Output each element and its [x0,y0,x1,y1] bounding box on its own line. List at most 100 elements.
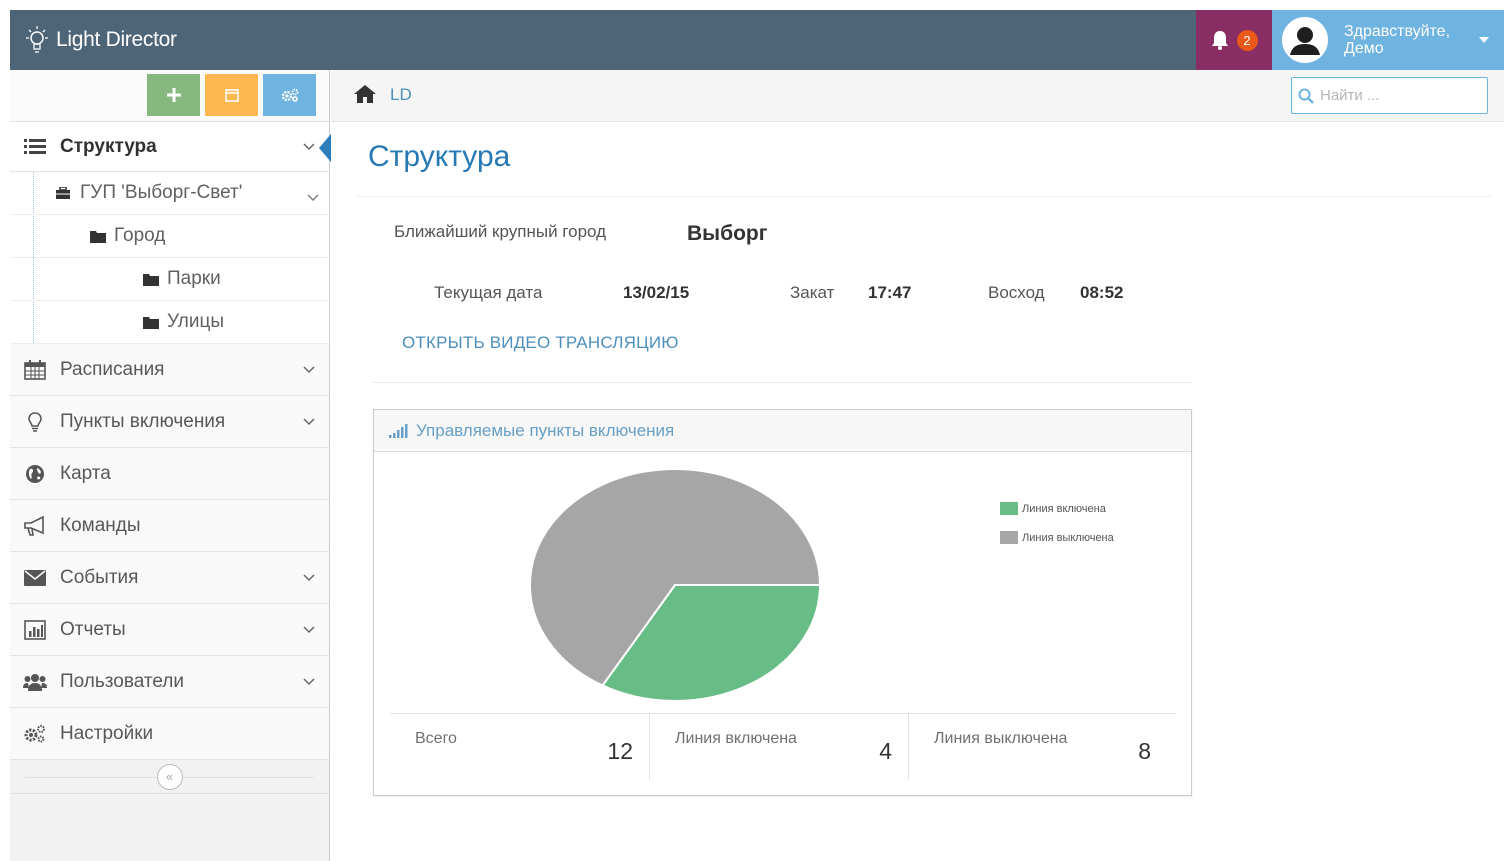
shortcut-calendar-button[interactable] [205,74,258,116]
sidebar-item-label: Пункты включения [60,410,226,432]
sunset-label: Закат [790,283,835,302]
pie-chart [529,468,822,702]
home-icon[interactable] [353,84,377,104]
bar-chart-icon [10,619,60,640]
legend-item-off: Линия выключена [1000,523,1114,552]
chevron-down-icon [289,677,329,686]
cogs-icon [281,88,298,102]
legend-swatch [1000,531,1018,544]
calendar-icon [224,89,239,102]
user-name: Демо [1344,40,1384,57]
greeting-line: Здравствуйте, [1344,23,1451,40]
tree-item-parks[interactable]: Парки [10,258,329,301]
sunset-value: 17:47 [868,283,912,302]
tree-item-label: Улицы [167,311,225,332]
tree-item-label: ГУП 'Выборг-Свет' [80,182,243,203]
sidebar-item-label: Настройки [60,722,154,744]
widget-header: Управляемые пункты включения [374,410,1191,452]
plus-icon [166,88,181,102]
sidebar-item-settings[interactable]: Настройки [10,708,329,760]
brand[interactable]: Light Director [24,10,177,70]
folder-icon [90,230,106,243]
list-icon [10,138,60,156]
group-icon [10,672,60,692]
notifications-badge: 2 [1236,29,1258,51]
stat-value: 4 [879,738,892,764]
stat-value: 12 [607,738,633,764]
sidebar-item-label: Команды [60,514,141,536]
search-box[interactable] [1291,77,1488,114]
sidebar-item-events[interactable]: События [10,552,329,604]
search-icon [1298,88,1314,104]
date-value: 13/02/15 [623,283,690,302]
shortcut-settings-button[interactable] [263,74,316,116]
page-title: Структура [368,140,511,173]
breadcrumb: LD [331,70,1504,122]
user-greeting: Здравствуйте, Демо [1344,23,1474,57]
briefcase-icon [56,187,70,199]
sidebar-collapse-row: « [10,760,329,794]
stat-line-on: Линия включена 4 [649,714,908,780]
double-chevron-left-icon: « [165,769,174,784]
sidebar-collapse-button[interactable]: « [156,763,183,790]
bullhorn-icon [10,515,60,536]
city-value: Выборг [687,222,768,245]
sidebar-item-label: Отчеты [60,618,126,640]
navbar: Light Director 2 Здравствуйте, Демо [10,10,1504,70]
brand-name: Light Director [56,28,177,51]
sidebar: Структура ГУП 'Выборг-Свет' Город Парки … [10,70,331,861]
tree-item-label: Город [114,225,166,246]
sidebar-item-switch-points[interactable]: Пункты включения [10,396,329,448]
lightbulb-icon [26,26,48,53]
envelope-icon [10,569,60,586]
chevron-down-icon [307,186,319,208]
sidebar-item-structure[interactable]: Структура [10,122,331,172]
widget-title: Управляемые пункты включения [416,420,675,440]
notifications-button[interactable]: 2 [1196,10,1272,70]
stat-value: 8 [1138,738,1151,764]
breadcrumb-current[interactable]: LD [390,85,412,105]
tree-item-streets[interactable]: Улицы [10,301,329,344]
lightbulb-icon [10,411,60,432]
sunrise-value: 08:52 [1080,283,1124,302]
legend-label: Линия выключена [1022,531,1114,544]
content-divider [372,382,1192,383]
sidebar-item-map[interactable]: Карта [10,448,329,500]
chevron-down-icon [289,573,329,582]
shortcut-add-button[interactable] [147,74,200,116]
sidebar-item-label: События [60,566,139,588]
sidebar-item-users[interactable]: Пользователи [10,656,329,708]
legend-item-on: Линия включена [1000,494,1114,523]
cogs-icon [10,724,60,744]
sidebar-item-label: Структура [60,135,157,157]
user-menu[interactable]: Здравствуйте, Демо [1272,10,1504,70]
tree-item-organization[interactable]: ГУП 'Выборг-Свет' [10,172,329,215]
globe-icon [10,464,60,484]
city-label: Ближайший крупный город [394,222,607,241]
chart-legend: Линия включена Линия выключена [1000,494,1114,552]
tree-item-label: Парки [167,268,221,289]
switch-points-widget: Управляемые пункты включения Линия включ… [373,409,1192,796]
sidebar-item-label: Карта [60,462,111,484]
sidebar-item-reports[interactable]: Отчеты [10,604,329,656]
search-input[interactable] [1320,87,1480,104]
structure-submenu: ГУП 'Выборг-Свет' Город Парки Улицы [10,172,329,347]
tree-item-city[interactable]: Город [10,215,329,258]
bell-icon [1211,31,1228,50]
sidebar-item-schedules[interactable]: Расписания [10,344,329,396]
stat-line-off: Линия выключена 8 [908,714,1167,780]
stat-label: Линия включена [675,730,797,747]
chevron-down-icon [289,625,329,634]
sidebar-shortcuts [10,70,329,122]
folder-icon [143,316,159,329]
user-icon [1284,19,1326,61]
sidebar-item-label: Расписания [60,358,165,380]
legend-label: Линия включена [1022,502,1106,515]
calendar-icon [10,359,60,380]
legend-swatch [1000,502,1018,515]
sidebar-item-commands[interactable]: Команды [10,500,329,552]
sunrise-label: Восход [988,283,1045,302]
active-indicator [319,134,331,162]
open-video-stream-link[interactable]: ОТКРЫТЬ ВИДЕО ТРАНСЛЯЦИЮ [402,333,679,353]
avatar [1282,17,1328,63]
